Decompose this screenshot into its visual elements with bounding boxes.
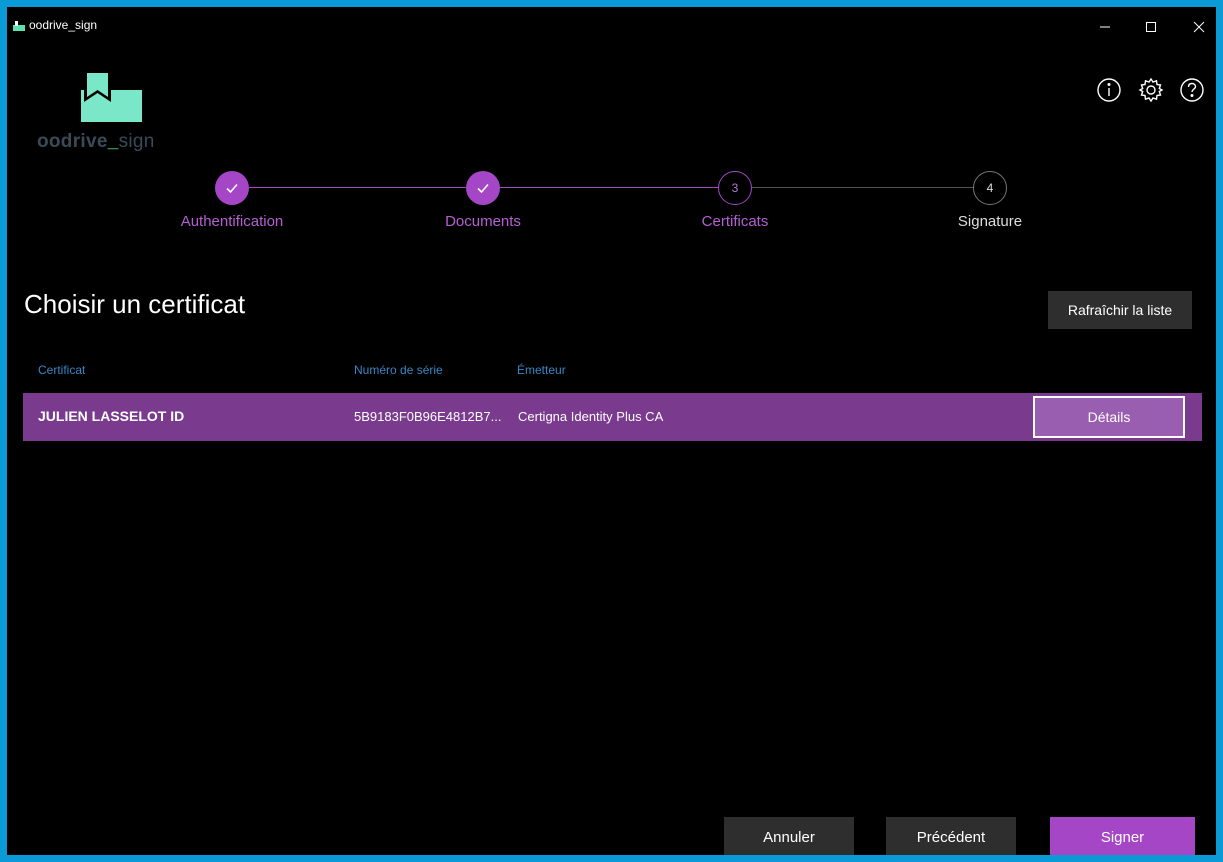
- certificate-serial: 5B9183F0B96E4812B7...: [354, 409, 502, 424]
- step-1-indicator: [215, 171, 249, 205]
- logo-text-part1: oodrive: [37, 131, 108, 152]
- maximize-button[interactable]: [1137, 15, 1165, 39]
- step-4-indicator: 4: [973, 171, 1007, 205]
- step-connector: [500, 187, 718, 188]
- column-header-serial[interactable]: Numéro de série: [354, 363, 443, 377]
- refresh-list-button[interactable]: Rafraîchir la liste: [1048, 291, 1192, 329]
- step-4-label: Signature: [957, 213, 1023, 230]
- close-button[interactable]: [1185, 15, 1213, 39]
- step-2-label: Documents: [445, 213, 521, 230]
- gear-icon: [1138, 77, 1164, 103]
- step-connector: [249, 187, 466, 188]
- page-title: Choisir un certificat: [24, 289, 246, 319]
- progress-stepper: 3 4 Authentification Documents Certifica…: [7, 167, 1216, 247]
- sign-button[interactable]: Signer: [1050, 817, 1195, 855]
- step-1-label: Authentification: [180, 213, 284, 230]
- app-icon: [13, 21, 25, 31]
- settings-button[interactable]: [1138, 77, 1164, 103]
- step-2-indicator: [466, 171, 500, 205]
- minimize-button[interactable]: [1091, 15, 1119, 39]
- help-icon: [1180, 78, 1204, 102]
- minimize-icon: [1100, 26, 1110, 28]
- app-window: oodrive_sign oodrive_sign 3 4 Authentifi…: [7, 7, 1216, 855]
- previous-button[interactable]: Précédent: [886, 817, 1016, 855]
- certificate-issuer: Certigna Identity Plus CA: [518, 409, 664, 424]
- certificate-row[interactable]: JULIEN LASSELOT ID 5B9183F0B96E4812B7...…: [23, 393, 1202, 441]
- check-icon: [226, 183, 238, 194]
- logo-wordmark: oodrive_sign: [37, 131, 155, 153]
- certificate-name: JULIEN LASSELOT ID: [38, 408, 185, 424]
- check-icon: [477, 183, 489, 194]
- info-button[interactable]: [1096, 77, 1122, 103]
- column-header-certificate[interactable]: Certificat: [38, 363, 85, 377]
- title-bar: oodrive_sign: [7, 7, 1216, 45]
- help-button[interactable]: [1179, 77, 1205, 103]
- info-icon: [1097, 78, 1121, 102]
- window-title: oodrive_sign: [29, 18, 98, 32]
- details-button[interactable]: Détails: [1033, 396, 1185, 438]
- column-header-issuer[interactable]: Émetteur: [517, 363, 566, 377]
- step-3-indicator: 3: [718, 171, 752, 205]
- close-icon: [1193, 21, 1205, 33]
- maximize-icon: [1146, 22, 1156, 32]
- logo-text-part3: sign: [118, 131, 155, 152]
- logo-text-part2: _: [107, 131, 119, 152]
- cancel-button[interactable]: Annuler: [724, 817, 854, 855]
- step-3-label: Certificats: [701, 213, 769, 230]
- step-connector: [752, 187, 973, 188]
